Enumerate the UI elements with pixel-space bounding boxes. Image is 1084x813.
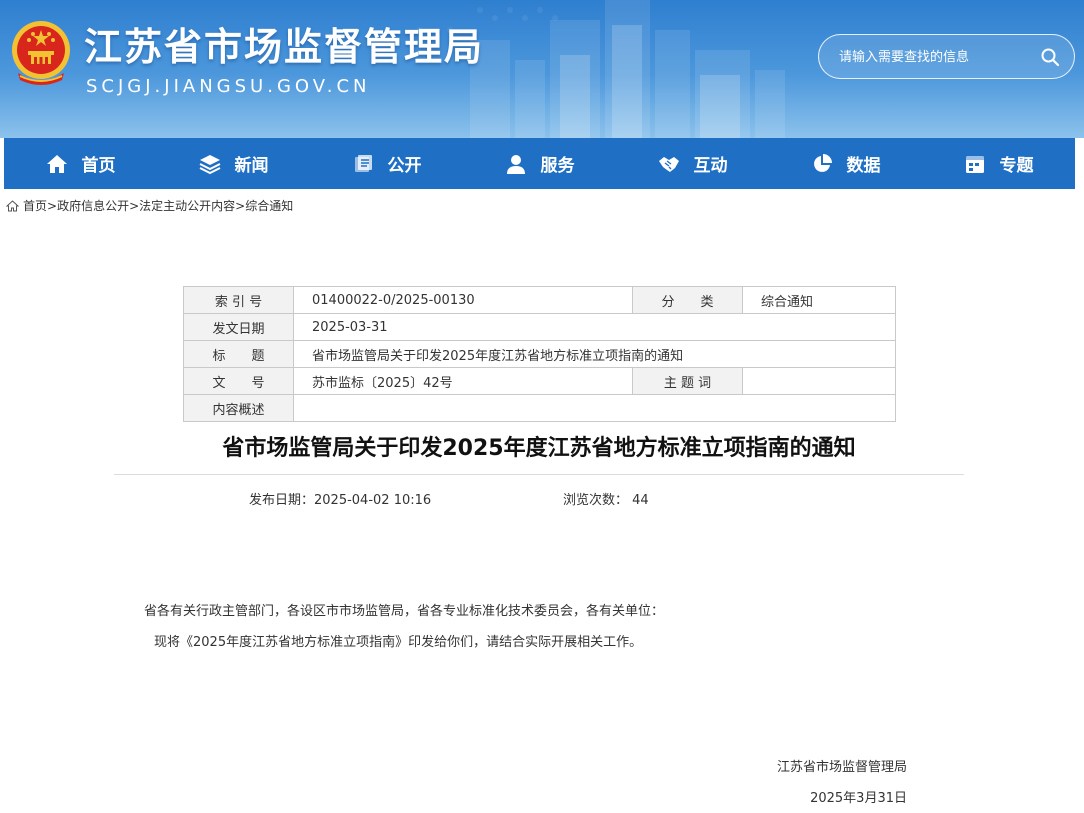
breadcrumb-item-general-notice[interactable]: 综合通知	[245, 197, 293, 214]
main-nav: 首页 新闻 公开 服务 互动 数据 专题	[4, 138, 1075, 189]
index-label: 索 引 号	[183, 286, 294, 314]
divider	[114, 474, 964, 475]
nav-item-public[interactable]: 公开	[310, 138, 463, 189]
nav-item-label: 互动	[693, 156, 728, 176]
nav-item-service[interactable]: 服务	[463, 138, 616, 189]
article-paragraph: 省各有关行政主管部门，各设区市市场监管局，省各专业标准化技术委员会，各有关单位：	[144, 604, 665, 619]
site-header: 江苏省市场监督管理局 SCJGJ.JIANGSU.GOV.CN	[0, 0, 1084, 138]
title-label: 标 题	[183, 340, 294, 368]
breadcrumb-item-home[interactable]: 首页	[23, 197, 47, 214]
home-icon	[6, 199, 19, 211]
pie-chart-icon	[813, 153, 832, 172]
nav-item-label: 专题	[999, 156, 1034, 176]
doc-no-label: 文 号	[183, 367, 294, 395]
nav-item-home[interactable]: 首页	[4, 138, 157, 189]
handshake-icon	[658, 156, 679, 172]
search-input[interactable]	[839, 46, 1029, 68]
document-info-table: 索 引 号 01400022-0/2025-00130 分 类 综合通知 发文日…	[183, 286, 896, 422]
home-icon	[46, 154, 67, 173]
article-title: 省市场监管局关于印发2025年度江苏省地方标准立项指南的通知	[222, 436, 856, 461]
publish-date-label: 发布日期：	[249, 493, 315, 508]
nav-item-label: 新闻	[234, 156, 269, 176]
table-row: 内容概述	[183, 394, 896, 422]
table-row: 发文日期 2025-03-31	[183, 313, 896, 341]
national-emblem-icon	[12, 21, 70, 85]
summary-value	[293, 394, 896, 422]
breadcrumb-item-gov-info[interactable]: 政府信息公开	[57, 197, 129, 214]
search-box	[818, 34, 1075, 79]
nav-item-label: 服务	[540, 156, 575, 176]
breadcrumb-item-statutory[interactable]: 法定主动公开内容	[139, 197, 235, 214]
view-count-value: 44	[632, 493, 649, 508]
index-value: 01400022-0/2025-00130	[293, 286, 633, 314]
title-value: 省市场监管局关于印发2025年度江苏省地方标准立项指南的通知	[293, 340, 896, 368]
nav-item-label: 数据	[846, 156, 881, 176]
site-title[interactable]: 江苏省市场监督管理局	[84, 16, 484, 71]
nav-item-news[interactable]: 新闻	[157, 138, 310, 189]
article-paragraph: 现将《2025年度江苏省地方标准立项指南》印发给你们，请结合实际开展相关工作。	[154, 635, 643, 650]
breadcrumb-separator: >	[47, 198, 58, 213]
document-stack-icon	[354, 154, 372, 172]
signature-org: 江苏省市场监督管理局	[776, 760, 907, 775]
publish-date-value: 2025-04-02 10:16	[314, 493, 432, 508]
category-value: 综合通知	[742, 286, 896, 314]
nav-item-data[interactable]: 数据	[769, 138, 922, 189]
calendar-icon	[965, 155, 984, 173]
nav-item-topic[interactable]: 专题	[922, 138, 1075, 189]
table-row: 索 引 号 01400022-0/2025-00130 分 类 综合通知	[183, 286, 896, 314]
breadcrumb-separator: >	[235, 198, 246, 213]
subject-label: 主 题 词	[632, 367, 743, 395]
issue-date-label: 发文日期	[183, 313, 294, 341]
user-icon	[506, 154, 525, 174]
nav-item-interact[interactable]: 互动	[616, 138, 769, 189]
summary-label: 内容概述	[183, 394, 294, 422]
table-row: 文 号 苏市监标〔2025〕42号 主 题 词	[183, 367, 896, 395]
breadcrumb-separator: >	[129, 198, 140, 213]
signature-date: 2025年3月31日	[810, 791, 907, 806]
site-domain: SCJGJ.JIANGSU.GOV.CN	[86, 76, 371, 97]
view-count-label: 浏览次数：	[563, 493, 629, 508]
view-count: 浏览次数： 44	[563, 489, 649, 508]
breadcrumb: 首页 > 政府信息公开 > 法定主动公开内容 > 综合通知	[6, 197, 293, 214]
nav-item-label: 首页	[81, 156, 116, 176]
layers-icon	[199, 154, 220, 174]
issue-date-value: 2025-03-31	[293, 313, 896, 341]
doc-no-value: 苏市监标〔2025〕42号	[293, 367, 633, 395]
table-row: 标 题 省市场监管局关于印发2025年度江苏省地方标准立项指南的通知	[183, 340, 896, 368]
subject-value	[742, 367, 896, 395]
category-label: 分 类	[632, 286, 743, 314]
search-icon[interactable]	[1040, 47, 1060, 67]
publish-date: 发布日期：2025-04-02 10:16	[249, 489, 431, 508]
nav-item-label: 公开	[387, 156, 422, 176]
